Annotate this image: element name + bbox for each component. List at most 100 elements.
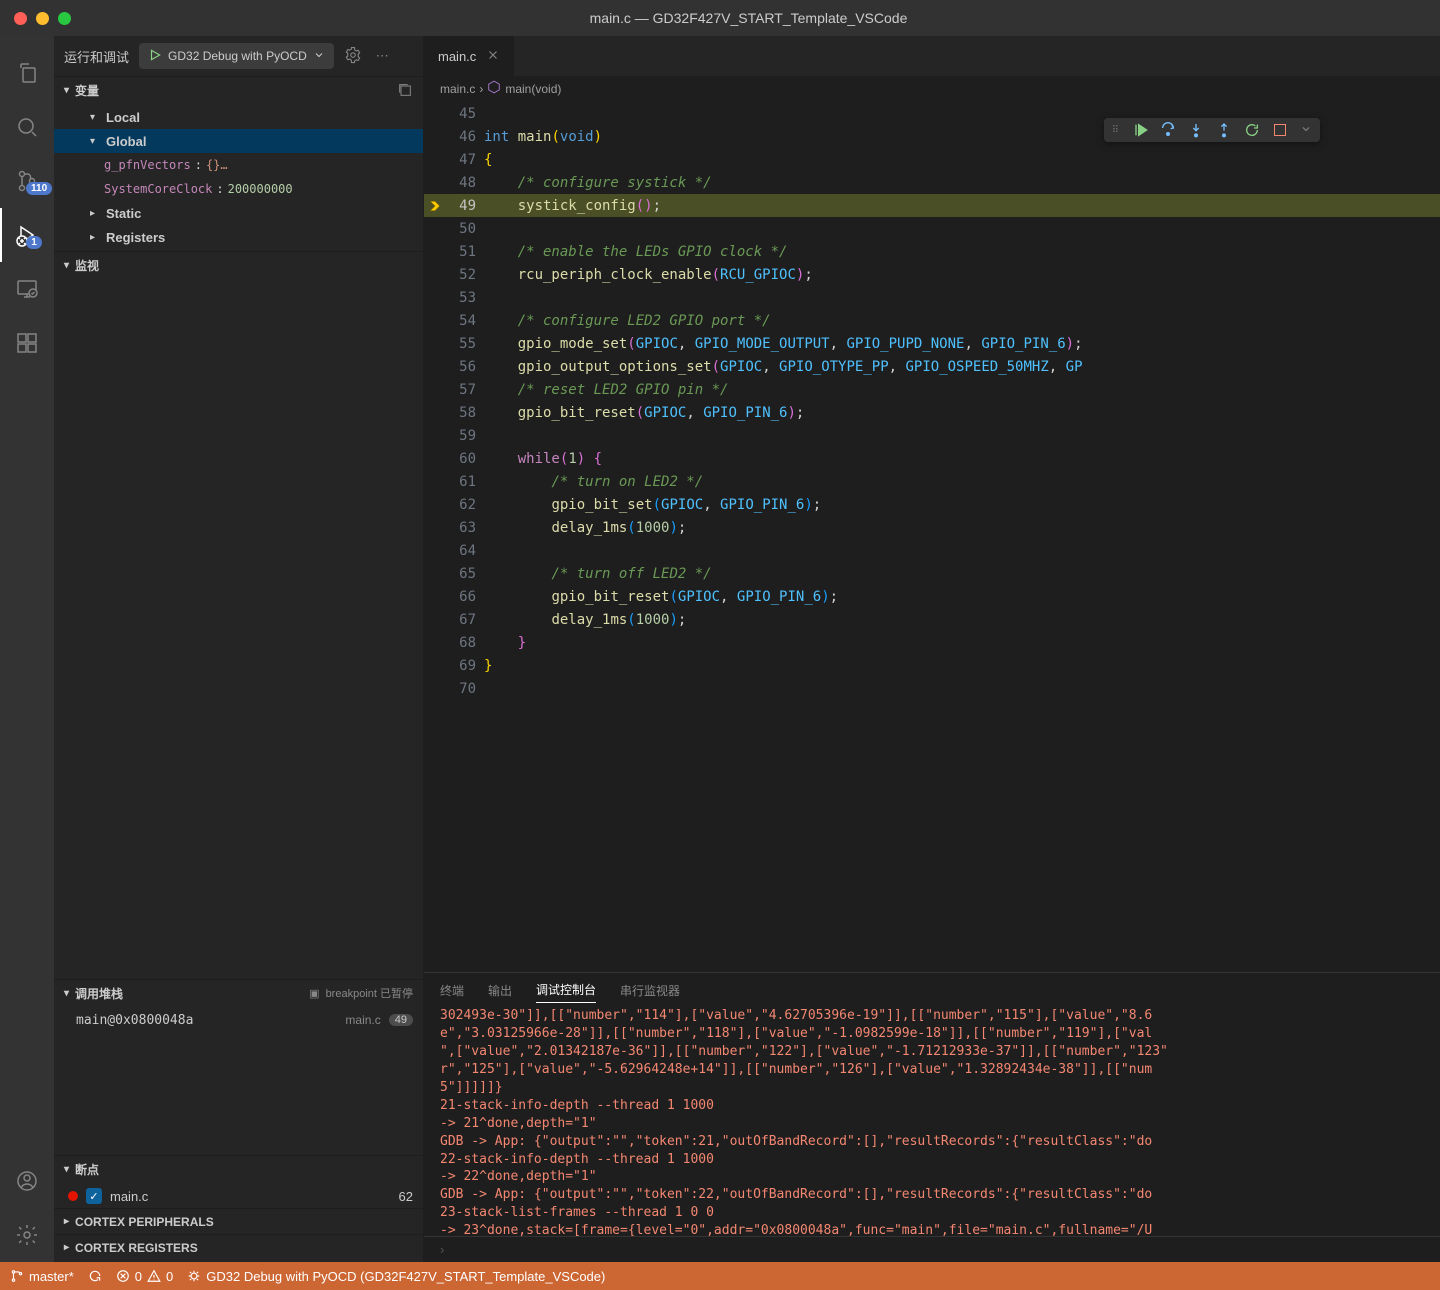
code-line[interactable]: 49 systick_config(); xyxy=(424,194,1440,217)
more-icon[interactable]: ⋯ xyxy=(376,48,389,64)
code-line[interactable]: 46int main(void) xyxy=(424,125,1440,148)
breakpoints-panel: ▾ 断点 ✓ main.c 62▸CORTEX PERIPHERALS▸CORT… xyxy=(54,1155,423,1262)
console-line: -> 21^done,depth="1" xyxy=(440,1115,1424,1133)
code-line[interactable]: 64 xyxy=(424,539,1440,562)
breadcrumbs[interactable]: main.c › main(void) xyxy=(424,76,1440,102)
variable-scope[interactable]: ▸ Registers xyxy=(54,225,423,249)
code-line[interactable]: 58 gpio_bit_reset(GPIOC, GPIO_PIN_6); xyxy=(424,401,1440,424)
code-line[interactable]: 62 gpio_bit_set(GPIOC, GPIO_PIN_6); xyxy=(424,493,1440,516)
breadcrumb-symbol: main(void) xyxy=(505,82,561,96)
collapse-all-icon[interactable] xyxy=(397,82,413,98)
watch-title: 监视 xyxy=(75,257,99,274)
breakpoints-header[interactable]: ▾ 断点 xyxy=(54,1156,423,1182)
gear-icon[interactable] xyxy=(344,46,362,67)
status-sync[interactable] xyxy=(88,1269,102,1283)
scm-badge: 110 xyxy=(26,182,52,195)
watch-header[interactable]: ▾ 监视 xyxy=(54,252,423,278)
code-line[interactable]: 65 /* turn off LED2 */ xyxy=(424,562,1440,585)
code-line[interactable]: 51 /* enable the LEDs GPIO clock */ xyxy=(424,240,1440,263)
panel-tabs: 终端输出调试控制台串行监视器 xyxy=(424,973,1440,1007)
code-line[interactable]: 50 xyxy=(424,217,1440,240)
account-icon[interactable] xyxy=(0,1154,54,1208)
code-line[interactable]: 56 gpio_output_options_set(GPIOC, GPIO_O… xyxy=(424,355,1440,378)
status-debug-target[interactable]: GD32 Debug with PyOCD (GD32F427V_START_T… xyxy=(187,1269,605,1284)
stack-frame[interactable]: main@0x0800048amain.c49 xyxy=(54,1008,423,1032)
maximize-window-button[interactable] xyxy=(58,12,71,25)
panel-tab[interactable]: 输出 xyxy=(488,978,512,1003)
close-icon[interactable] xyxy=(486,48,500,65)
debug-config-select[interactable]: GD32 Debug with PyOCD xyxy=(139,43,334,69)
variable-item[interactable]: g_pfnVectors: {}… xyxy=(54,153,423,177)
title-bar: main.c — GD32F427V_START_Template_VSCode xyxy=(0,0,1440,36)
close-window-button[interactable] xyxy=(14,12,27,25)
run-debug-icon[interactable]: 1 xyxy=(0,208,54,262)
console-line: 302493e-30"]],[["number","114"],["value"… xyxy=(440,1007,1424,1025)
explorer-icon[interactable] xyxy=(0,46,54,100)
bottom-panel: 终端输出调试控制台串行监视器 302493e-30"]],[["number",… xyxy=(424,972,1440,1262)
status-bar: master* 0 0 GD32 Debug with PyOCD (GD32F… xyxy=(0,1262,1440,1290)
source-control-icon[interactable]: 110 xyxy=(0,154,54,208)
code-line[interactable]: 66 gpio_bit_reset(GPIOC, GPIO_PIN_6); xyxy=(424,585,1440,608)
minimize-window-button[interactable] xyxy=(36,12,49,25)
code-line[interactable]: 69} xyxy=(424,654,1440,677)
console-line: -> 22^done,depth="1" xyxy=(440,1168,1424,1186)
settings-icon[interactable] xyxy=(0,1208,54,1262)
code-line[interactable]: 53 xyxy=(424,286,1440,309)
repl-input[interactable]: › xyxy=(424,1236,1440,1262)
code-line[interactable]: 67 delay_1ms(1000); xyxy=(424,608,1440,631)
chevron-down-icon: ▾ xyxy=(64,260,69,271)
debug-badge: 1 xyxy=(26,236,42,249)
extensions-icon[interactable] xyxy=(0,316,54,370)
code-line[interactable]: 45 xyxy=(424,102,1440,125)
code-line[interactable]: 70 xyxy=(424,677,1440,700)
code-line[interactable]: 57 /* reset LED2 GPIO pin */ xyxy=(424,378,1440,401)
code-line[interactable]: 47{ xyxy=(424,148,1440,171)
remote-explorer-icon[interactable] xyxy=(0,262,54,316)
extra-section-header[interactable]: ▸CORTEX PERIPHERALS xyxy=(54,1208,423,1234)
breakpoint-item[interactable]: ✓ main.c 62 xyxy=(54,1184,423,1208)
code-line[interactable]: 61 /* turn on LED2 */ xyxy=(424,470,1440,493)
editor-tabs: main.c xyxy=(424,36,1440,76)
callstack-header[interactable]: ▾ 调用堆栈 ▣ breakpoint 已暂停 xyxy=(54,980,423,1006)
console-line: 21-stack-info-depth --thread 1 1000 xyxy=(440,1097,1424,1115)
debug-console[interactable]: 302493e-30"]],[["number","114"],["value"… xyxy=(424,1007,1440,1236)
panel-tab[interactable]: 调试控制台 xyxy=(536,977,596,1003)
extra-section-header[interactable]: ▸CORTEX REGISTERS xyxy=(54,1234,423,1260)
status-problems[interactable]: 0 0 xyxy=(116,1269,173,1284)
callstack-panel: ▾ 调用堆栈 ▣ breakpoint 已暂停 main@0x0800048am… xyxy=(54,979,423,1155)
code-line[interactable]: 63 delay_1ms(1000); xyxy=(424,516,1440,539)
code-line[interactable]: 55 gpio_mode_set(GPIOC, GPIO_MODE_OUTPUT… xyxy=(424,332,1440,355)
variable-item[interactable]: SystemCoreClock: 200000000 xyxy=(54,177,423,201)
window-title: main.c — GD32F427V_START_Template_VSCode xyxy=(71,10,1426,26)
error-count: 0 xyxy=(135,1269,142,1284)
status-branch[interactable]: master* xyxy=(10,1269,74,1284)
panel-tab[interactable]: 终端 xyxy=(440,978,464,1003)
callstack-title: 调用堆栈 xyxy=(75,985,123,1002)
chevron-down-icon: ▾ xyxy=(64,988,69,999)
chevron-down-icon: ▾ xyxy=(64,85,69,96)
console-line: GDB -> App: {"output":"","token":22,"out… xyxy=(440,1186,1424,1204)
panel-tab[interactable]: 串行监视器 xyxy=(620,978,680,1003)
variable-scope[interactable]: ▸ Static xyxy=(54,201,423,225)
watch-panel: ▾ 监视 xyxy=(54,251,423,979)
variable-scope[interactable]: ▾ Local xyxy=(54,105,423,129)
variables-header[interactable]: ▾ 变量 xyxy=(54,77,423,103)
search-icon[interactable] xyxy=(0,100,54,154)
warning-count: 0 xyxy=(166,1269,173,1284)
console-line: 5"]]]]]} xyxy=(440,1079,1424,1097)
breakpoint-checkbox[interactable]: ✓ xyxy=(86,1188,102,1204)
code-line[interactable]: 48 /* configure systick */ xyxy=(424,171,1440,194)
variables-title: 变量 xyxy=(75,82,99,99)
code-line[interactable]: 54 /* configure LED2 GPIO port */ xyxy=(424,309,1440,332)
code-line[interactable]: 60 while(1) { xyxy=(424,447,1440,470)
code-line[interactable]: 52 rcu_periph_clock_enable(RCU_GPIOC); xyxy=(424,263,1440,286)
breakpoint-dot-icon xyxy=(68,1191,78,1201)
code-line[interactable]: 59 xyxy=(424,424,1440,447)
activity-bar: 110 1 xyxy=(0,36,54,1262)
branch-name: master* xyxy=(29,1269,74,1284)
chevron-down-icon xyxy=(313,49,325,64)
code-editor[interactable]: 4546int main(void)47{48 /* configure sys… xyxy=(424,102,1440,972)
variable-scope[interactable]: ▾ Global xyxy=(54,129,423,153)
tab-main-c[interactable]: main.c xyxy=(424,36,515,76)
code-line[interactable]: 68 } xyxy=(424,631,1440,654)
